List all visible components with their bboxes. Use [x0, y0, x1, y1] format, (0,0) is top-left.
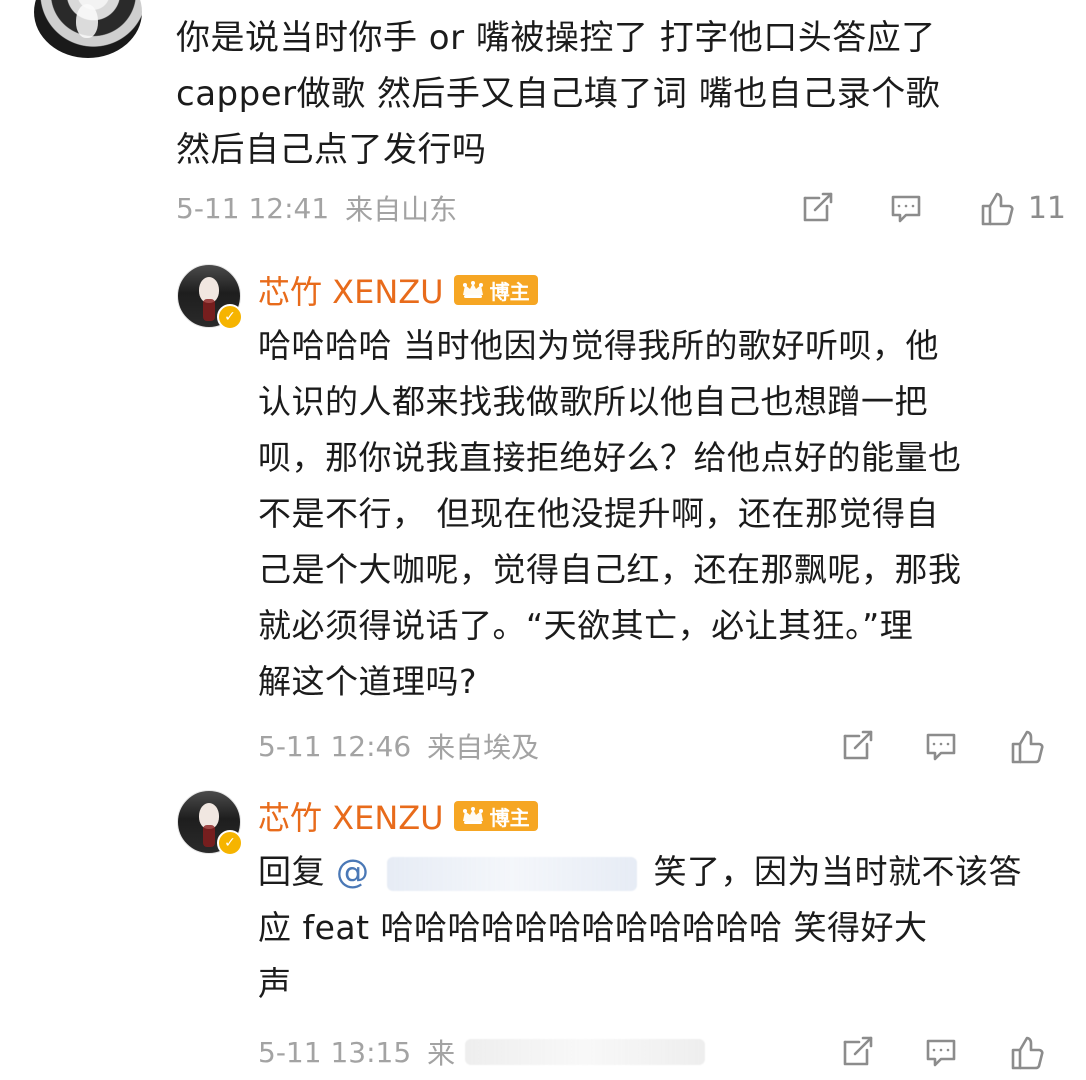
comment-icon[interactable]	[920, 1031, 962, 1073]
reply-2-badge: 博主	[453, 801, 538, 831]
reply-2-mention-at[interactable]: @	[336, 852, 370, 891]
like-count: 11	[1027, 190, 1066, 226]
reply-2-location-prefix: 来	[427, 1037, 456, 1070]
reply-2-name[interactable]: 芯竹 XENZU	[258, 793, 444, 839]
reply-2-line-1-suffix: 笑了，因为当时就不该答	[653, 852, 1022, 891]
reply-1-line-2: 认识的人都来找我做歌所以他自己也想蹭一把	[258, 382, 928, 421]
reply-2-body: 回复 @ 笑了，因为当时就不该答 应 feat 哈哈哈哈哈哈哈哈哈哈哈哈 笑得好…	[258, 844, 1058, 1012]
crown-badge-icon	[462, 281, 483, 298]
reply-2-actions	[836, 1030, 1046, 1074]
reply-1-time: 5-11 12:46	[258, 729, 412, 763]
share-icon[interactable]	[796, 187, 838, 229]
like-control[interactable]: 11	[974, 187, 1066, 229]
reply-1-badge-text: 博主	[489, 279, 530, 304]
reply-2-line-1: 回复 @ 笑了，因为当时就不该答	[258, 844, 1058, 900]
comment-icon[interactable]	[920, 725, 962, 767]
reply-1-header: 芯竹 XENZU 博主	[258, 268, 538, 312]
reply-2-location-blurred	[465, 1039, 706, 1065]
top-comment-actions: 11	[796, 186, 1066, 230]
top-comment-location: 来自山东	[345, 193, 458, 226]
reply-2-badge-text: 博主	[489, 805, 530, 830]
comment-icon[interactable]	[885, 187, 927, 229]
top-comment-text: 你是说当时你手 or 嘴被操控了 打字他口头答应了 capper做歌 然后手又自…	[176, 10, 1036, 178]
top-comment-meta: 5-11 12:41 来自山东	[176, 186, 457, 230]
like-icon[interactable]	[974, 187, 1016, 229]
reply-1-line-6: 就必须得说话了。“天欲其亡，必让其狂。”理	[258, 606, 914, 645]
reply-1-line-1: 哈哈哈哈 当时他因为觉得我所的歌好听呗，他	[258, 326, 939, 365]
reply-1-line-5: 己是个大咖呢，觉得自己红，还在那飘呢，那我	[258, 550, 962, 589]
reply-1-location: 来自埃及	[427, 731, 540, 764]
like-icon[interactable]	[1004, 1031, 1046, 1073]
reply-2-line-3: 声	[258, 964, 292, 1003]
reply-1-line-4: 不是不行， 但现在他没提升啊，还在那觉得自	[258, 494, 939, 533]
reply-1-name[interactable]: 芯竹 XENZU	[258, 267, 444, 313]
reply-1-meta: 5-11 12:46 来自埃及	[258, 724, 539, 768]
weibo-comment-thread: 你是说当时你手 or 嘴被操控了 打字他口头答应了 capper做歌 然后手又自…	[0, 0, 1086, 1080]
verified-badge-icon: ✓	[217, 304, 243, 330]
reply-2-header: 芯竹 XENZU 博主	[258, 794, 538, 838]
reply-2-meta: 5-11 13:15 来	[258, 1030, 706, 1074]
reply-2: ✓ 芯竹 XENZU 博主 回复 @ 笑了，因为当时就不该答 应 feat 哈哈…	[170, 790, 1070, 1080]
reply-2-reply-prefix: 回复	[258, 852, 325, 891]
reply-1-avatar[interactable]: ✓	[177, 264, 243, 330]
share-icon[interactable]	[836, 725, 878, 767]
reply-1-line-3: 呗，那你说我直接拒绝好么？给他点好的能量也	[258, 438, 962, 477]
top-comment-line-3: 然后自己点了发行吗	[176, 130, 487, 170]
reply-2-avatar[interactable]: ✓	[177, 790, 243, 856]
reply-1: ✓ 芯竹 XENZU 博主 哈哈哈哈 当时他因为觉得我所的歌好听呗，他 认识的人…	[170, 264, 1070, 784]
reply-1-body: 哈哈哈哈 当时他因为觉得我所的歌好听呗，他 认识的人都来找我做歌所以他自己也想蹭…	[258, 318, 1058, 710]
top-comment-line-2: capper做歌 然后手又自己填了词 嘴也自己录个歌	[176, 74, 941, 114]
reply-2-mention-blurred[interactable]	[386, 856, 637, 891]
top-comment-line-1: 你是说当时你手 or 嘴被操控了 打字他口头答应了	[176, 18, 936, 58]
like-icon[interactable]	[1004, 725, 1046, 767]
top-comment-avatar[interactable]	[34, 0, 142, 58]
top-comment-time: 5-11 12:41	[176, 191, 330, 225]
reply-1-line-7: 解这个道理吗?	[258, 662, 478, 701]
share-icon[interactable]	[836, 1031, 878, 1073]
reply-2-line-2: 应 feat 哈哈哈哈哈哈哈哈哈哈哈哈 笑得好大	[258, 908, 928, 947]
crown-badge-icon	[462, 807, 483, 824]
reply-1-actions	[836, 724, 1046, 768]
reply-1-badge: 博主	[453, 275, 538, 305]
verified-badge-icon: ✓	[217, 830, 243, 856]
reply-2-time: 5-11 13:15	[258, 1035, 412, 1069]
